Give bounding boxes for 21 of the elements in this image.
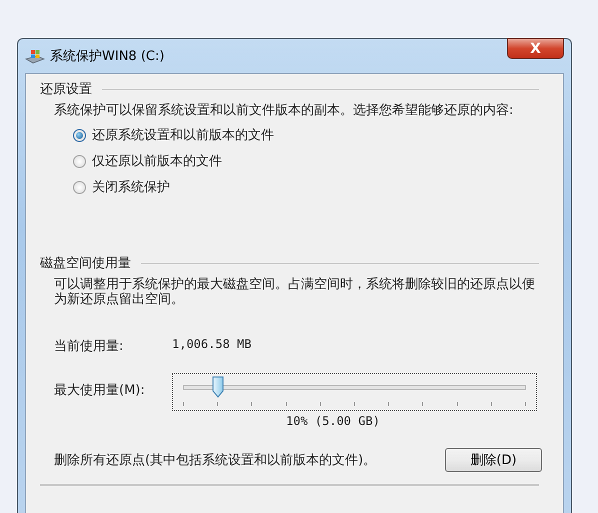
window-title: 系统保护WIN8 (C:) — [50, 48, 164, 65]
description-text: 可以调整用于系统保护的最大磁盘空间。占满空间时，系统将删除较旧的还原点以便为新还原点留出空间。 — [54, 277, 536, 307]
slider-thumb[interactable] — [212, 376, 224, 398]
radio-button[interactable] — [73, 154, 86, 168]
current-usage-label: 当前使用量: — [54, 338, 124, 355]
usage-slider[interactable] — [172, 373, 537, 411]
radio-label[interactable]: 还原系统设置和以前版本的文件 — [92, 126, 274, 144]
drive-icon — [25, 48, 45, 64]
max-usage-label: 最大使用量(M): — [54, 382, 146, 399]
description-text: 系统保护可以保留系统设置和以前文件版本的副本。选择您希望能够还原的内容: — [54, 103, 514, 118]
section-heading: 还原设置 — [40, 81, 92, 98]
close-button[interactable]: X — [507, 38, 564, 59]
radio-label[interactable]: 关闭系统保护 — [92, 178, 170, 196]
slider-reading: 10% (5.00 GB) — [286, 414, 381, 428]
delete-description: 删除所有还原点(其中包括系统设置和以前版本的文件)。 — [54, 452, 378, 468]
radio-button[interactable] — [73, 128, 86, 142]
delete-button[interactable]: 删除(D) — [445, 448, 542, 472]
current-usage-value: 1,006.58 MB — [172, 337, 252, 353]
radio-label[interactable]: 仅还原以前版本的文件 — [92, 152, 222, 170]
radio-button[interactable] — [73, 180, 86, 194]
section-heading: 磁盘空间使用量 — [40, 255, 131, 272]
